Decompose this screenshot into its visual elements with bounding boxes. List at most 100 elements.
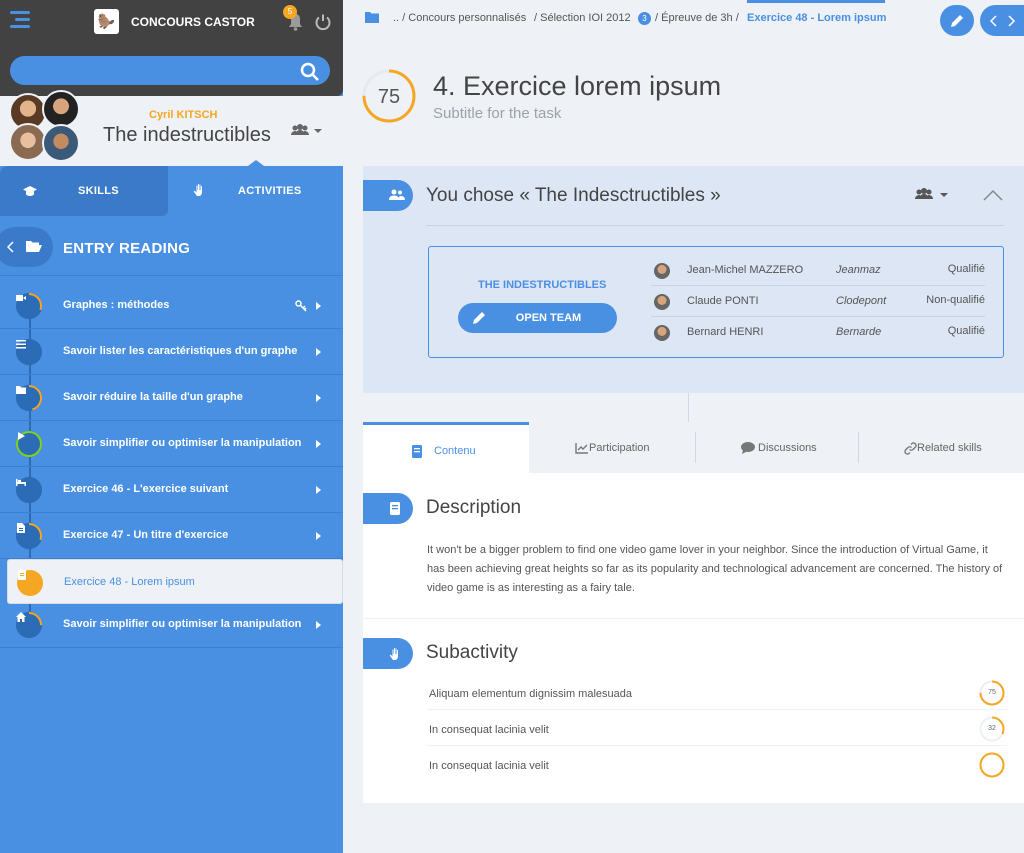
team-choice-title: You chose « The Indesctructibles » (426, 185, 721, 206)
sidebar-item-label: Exercice 48 - Lorem ipsum (64, 576, 195, 588)
users-icon (389, 189, 405, 200)
notification-badge: 5 (283, 5, 297, 19)
chevron-left-icon (7, 241, 14, 253)
member-nickname: Jeanmaz (836, 264, 881, 276)
sidebar-item[interactable]: Savoir lister les caractéristiques d'un … (0, 329, 343, 375)
avatar (42, 124, 80, 162)
progress-ring (16, 385, 42, 411)
tab-label: Discussions (758, 442, 817, 454)
team-member-row: Bernard HENRI Bernarde Qualifié (651, 317, 985, 348)
divider (363, 618, 1024, 619)
hand-icon (193, 183, 202, 196)
tab-activities[interactable]: ACTIVITIES (168, 166, 343, 216)
sidebar-item[interactable]: Exercice 48 - Lorem ipsum (7, 559, 343, 604)
sidebar-item[interactable]: Savoir réduire la taille d'un graphe (0, 375, 343, 421)
chevron-right-icon (316, 486, 321, 494)
sidebar-item[interactable]: Exercice 46 - L'exercice suivant (0, 467, 343, 513)
sidebar-item[interactable]: Exercice 47 - Un titre d'exercice (0, 513, 343, 559)
book-icon (412, 445, 422, 458)
content-panel: Description It won't be a bigger problem… (363, 473, 1024, 803)
subactivity-row[interactable]: In consequat lacinia velit (427, 746, 1007, 782)
team-choice-panel: You chose « The Indesctructibles » THE I… (363, 166, 1024, 393)
pencil-icon (473, 312, 485, 324)
team-selector-icon[interactable] (291, 124, 323, 138)
hamburger-menu-icon[interactable] (10, 11, 30, 31)
book-icon (390, 502, 400, 515)
progress-ring (16, 477, 42, 503)
back-button[interactable] (0, 227, 53, 267)
score-ring (979, 752, 1005, 778)
avatar (42, 90, 80, 128)
subactivity-row[interactable]: In consequat lacinia velit 32 (427, 710, 1007, 746)
progress-ring (16, 293, 42, 319)
team-section-icon (363, 180, 413, 211)
subactivity-label: In consequat lacinia velit (429, 724, 549, 736)
key-icon (295, 300, 307, 312)
tab-label: Related skills (917, 442, 982, 454)
divider (688, 393, 689, 423)
subactivity-title: Subactivity (426, 642, 518, 663)
breadcrumb: .. / Concours personnalisés / Sélection … (343, 0, 1024, 36)
avatar (654, 294, 670, 310)
team-name: The indestructibles (103, 124, 271, 146)
member-status: Qualifié (947, 263, 985, 275)
list-icon (16, 340, 26, 349)
description-text: It won't be a bigger problem to find one… (427, 544, 1003, 594)
search-icon[interactable] (300, 62, 320, 82)
video-icon (16, 295, 26, 301)
team-card: THE INDESTRUCTIBLES OPEN TEAM Jean-Miche… (428, 246, 1004, 358)
member-name: Bernard HENRI (687, 326, 764, 338)
member-status: Non-qualifié (926, 294, 985, 306)
member-nickname: Bernarde (836, 326, 882, 338)
subactivity-row[interactable]: Aliquam elementum dignissim malesuada 75 (427, 674, 1007, 710)
user-name: Cyril KITSCH (149, 109, 218, 121)
section-title: ENTRY READING (63, 240, 191, 257)
pencil-icon (951, 15, 963, 27)
folder-icon (16, 386, 26, 394)
tab-discussions[interactable]: Discussions (696, 422, 858, 473)
avatar (654, 263, 670, 279)
play-icon (18, 432, 25, 440)
breadcrumb-current: Exercice 48 - Lorem ipsum (747, 12, 887, 24)
chevron-right-icon (316, 532, 321, 540)
tab-related-skills[interactable]: Related skills (859, 422, 1024, 473)
open-team-label: OPEN TEAM (515, 312, 582, 324)
breadcrumb-item[interactable]: / Épreuve de 3h / (655, 12, 739, 24)
subactivity-label: In consequat lacinia velit (429, 760, 549, 772)
edit-button[interactable] (940, 5, 974, 36)
progress-ring (16, 523, 42, 549)
app-logo: 🦫 (94, 9, 119, 34)
member-name: Claude PONTI (687, 295, 759, 307)
subactivity-section-icon (363, 638, 413, 669)
sidebar-item[interactable]: Graphes : méthodes (0, 283, 343, 329)
chevron-right-icon (316, 394, 321, 402)
folder-icon[interactable] (365, 11, 379, 24)
search-bar (0, 44, 343, 96)
chevron-up-icon[interactable] (983, 188, 1003, 202)
bed-icon (16, 479, 26, 486)
chevron-right-icon (316, 348, 321, 356)
power-icon[interactable] (314, 13, 332, 31)
team-member-row: Jean-Michel MAZZERO Jeanmaz Qualifié (651, 255, 985, 286)
sidebar-item-label: Graphes : méthodes (63, 299, 170, 311)
tab-contenu[interactable]: Contenu (363, 422, 529, 473)
sidebar-item-label: Savoir simplifier ou optimiser la manipu… (63, 437, 302, 449)
tab-skills[interactable]: SKILLS (0, 166, 168, 216)
tab-participation[interactable]: Participation (529, 422, 695, 473)
breadcrumb-item[interactable]: / Sélection IOI 2012 (534, 12, 631, 24)
profile-panel: Cyril KITSCH The indestructibles (0, 90, 343, 166)
chevron-left-right-icon (990, 15, 1016, 27)
search-input[interactable] (10, 56, 330, 85)
breadcrumb-item[interactable]: .. / Concours personnalisés (393, 12, 526, 24)
group-selector-icon[interactable] (915, 188, 949, 202)
prev-next-button[interactable] (980, 5, 1024, 36)
page-subtitle: Subtitle for the task (433, 105, 562, 122)
progress-ring (16, 339, 42, 365)
sidebar-item[interactable]: Savoir simplifier ou optimiser la manipu… (0, 602, 343, 648)
tab-activities-label: ACTIVITIES (238, 185, 302, 197)
progress-ring (17, 570, 43, 596)
open-team-button[interactable]: OPEN TEAM (458, 303, 617, 333)
sidebar-item[interactable]: Savoir simplifier ou optimiser la manipu… (0, 421, 343, 467)
progress-ring (16, 612, 42, 638)
divider (426, 225, 1004, 226)
